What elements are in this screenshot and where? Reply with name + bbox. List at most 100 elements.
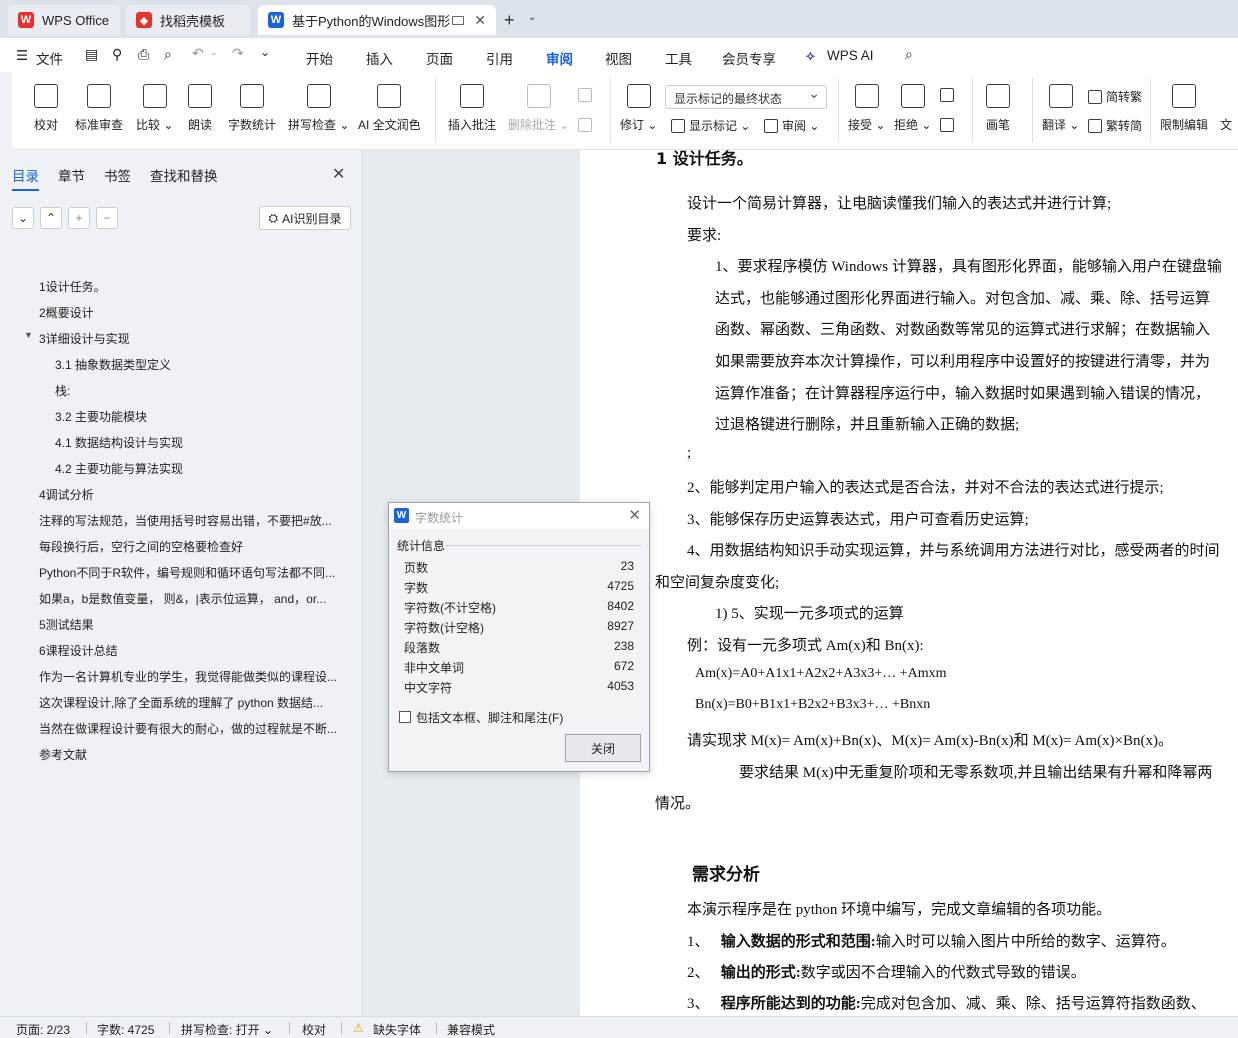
toc-item[interactable]: 这次课程设计,除了全面系统的理解了 python 数据结... (39, 694, 323, 711)
show-markup-icon (671, 118, 685, 133)
undo-dropdown-icon[interactable]: ⌄ (210, 47, 218, 58)
dialog-title-bar[interactable]: W 字数统计 ✕ (389, 503, 649, 529)
tab-label: 基于Python的Windows图形 (292, 13, 451, 29)
menu-page[interactable]: 页面 (426, 48, 453, 68)
toc-item[interactable]: 4.2 主要功能与算法实现 (55, 460, 183, 477)
toc-item[interactable]: 1设计任务。 (39, 278, 106, 295)
prev-comment-icon[interactable] (578, 88, 596, 102)
restrict-edit-button[interactable]: 限制编辑 (1160, 84, 1208, 133)
collapse-down-button[interactable]: ⌄ (12, 207, 34, 229)
menu-home[interactable]: 开始 (306, 48, 333, 68)
read-aloud-icon (188, 84, 212, 108)
menu-insert[interactable]: 插入 (366, 48, 393, 68)
proofread-button[interactable]: 校对 (34, 84, 58, 133)
include-textbox-checkbox[interactable] (399, 711, 411, 723)
accept-button[interactable]: 接受 ⌄ (848, 84, 885, 133)
ai-polish-button[interactable]: AI 全文润色 (358, 84, 421, 133)
redo-icon[interactable]: ↷ (232, 45, 244, 62)
read-aloud-button[interactable]: 朗读 (188, 84, 212, 133)
new-tab-icon[interactable]: + (504, 10, 515, 31)
tab-wps-office[interactable]: W WPS Office (8, 5, 120, 35)
insert-comment-button[interactable]: 插入批注 (448, 84, 496, 133)
more-dropdown-icon[interactable]: ⌄ (260, 45, 270, 59)
standard-review-icon (87, 84, 111, 108)
save-icon[interactable]: ▤ (85, 46, 98, 63)
close-tab-icon[interactable]: ✕ (474, 12, 486, 29)
close-button[interactable]: 关闭 (565, 734, 641, 762)
insert-comment-icon (460, 84, 484, 108)
toc-item[interactable]: 参考文献 (39, 746, 87, 763)
tab-toc[interactable]: 目录 (12, 165, 39, 191)
toc-item[interactable]: 如果a，b是数值变量， 则&，|表示位运算， and，or... (39, 590, 326, 607)
toc-item[interactable]: 当然在做课程设计要有很大的耐心，做的过程就是不断... (39, 720, 337, 737)
menu-view[interactable]: 视图 (605, 48, 632, 68)
menu-member[interactable]: 会员专享 (722, 48, 776, 68)
word-count-indicator[interactable]: 字数: 4725 (97, 1021, 154, 1038)
review-pane-button[interactable]: 审阅 ⌄ (764, 117, 819, 134)
tab-template[interactable]: ◆ 找稻壳模板 (126, 5, 250, 35)
standard-review-button[interactable]: 标准审查 (75, 84, 123, 133)
monitor-icon[interactable] (452, 15, 464, 25)
paragraph: 要求: (687, 228, 722, 244)
collapse-up-button[interactable]: ⌃ (40, 207, 62, 229)
toc-item[interactable]: 5测试结果 (39, 616, 94, 633)
next-revision-icon[interactable] (940, 118, 958, 132)
proofread-indicator[interactable]: 校对 (302, 1021, 326, 1038)
simp-to-trad-button[interactable]: 简转繁 (1088, 88, 1142, 105)
tab-bookmarks[interactable]: 书签 (104, 165, 131, 185)
markup-mode-select[interactable]: 显示标记的最终状态 (665, 85, 827, 109)
delete-comment-button[interactable]: 删除批注 ⌄ (508, 84, 569, 133)
menu-review[interactable]: 审阅 (546, 48, 573, 76)
toc-item[interactable]: Python不同于R软件，编号规则和循环语句写法都不同... (39, 564, 335, 581)
menu-reference[interactable]: 引用 (486, 48, 513, 68)
compare-button[interactable]: 比较 ⌄ (136, 84, 173, 133)
toc-item[interactable]: 6课程设计总结 (39, 642, 118, 659)
spell-check-indicator[interactable]: 拼写检查: 打开 ⌄ (181, 1021, 273, 1038)
undo-icon[interactable]: ↶ (192, 45, 204, 62)
toc-item[interactable]: 3详细设计与实现 (39, 330, 130, 347)
close-panel-icon[interactable]: ✕ (332, 164, 345, 184)
pen-button[interactable]: 画笔 (986, 84, 1010, 133)
toc-item[interactable]: 2概要设计 (39, 304, 94, 321)
print-icon[interactable]: ⎙ (138, 46, 149, 63)
toc-item[interactable]: 每段换行后，空行之间的空格要检查好 (39, 538, 243, 555)
toc-item[interactable]: 4调试分析 (39, 486, 94, 503)
tab-dropdown-icon[interactable]: ⌄ (528, 12, 536, 23)
document-page[interactable]: 1 设计任务。 设计一个简易计算器，让电脑读懂我们输入的表达式并进行计算; 要求… (580, 150, 1238, 1016)
menu-file[interactable]: 文件 (36, 48, 63, 68)
toc-item[interactable]: 3.1 抽象数据类型定义 (55, 356, 171, 373)
print-preview-icon[interactable]: ⌕ (164, 46, 172, 63)
revise-button[interactable]: 修订 ⌄ (620, 84, 657, 133)
add-toc-button[interactable]: + (68, 207, 90, 229)
toc-item[interactable]: 注释的写法规范，当使用括号时容易出错，不要把#放... (39, 512, 332, 529)
missing-font-indicator[interactable]: 缺失字体 (373, 1021, 421, 1038)
spell-check-button[interactable]: 拼写检查 ⌄ (288, 84, 349, 133)
ribbon-divider (610, 78, 611, 142)
checkbox-label[interactable]: 包括文本框、脚注和尾注(F) (416, 709, 563, 726)
ai-toc-button[interactable]: ⛭ AI识别目录 (259, 206, 351, 230)
close-icon[interactable]: ✕ (628, 506, 641, 524)
translate-button[interactable]: 翻译 ⌄ (1042, 84, 1079, 133)
toc-item[interactable]: 栈: (55, 382, 70, 399)
search-icon[interactable]: ⌕ (905, 46, 913, 63)
menu-wps-ai[interactable]: WPS AI (827, 48, 874, 63)
reject-button[interactable]: 拒绝 ⌄ (894, 84, 931, 133)
tab-find-replace[interactable]: 查找和替换 (150, 165, 218, 185)
tab-sections[interactable]: 章节 (58, 165, 85, 185)
menu-tools[interactable]: 工具 (665, 48, 692, 68)
key-icon[interactable]: ⚲ (112, 46, 122, 63)
trad-to-simp-button[interactable]: 繁转简 (1088, 117, 1142, 134)
toc-item[interactable]: 3.2 主要功能模块 (55, 408, 147, 425)
hamburger-icon[interactable]: ☰ (16, 48, 28, 64)
toc-item[interactable]: 4.1 数据结构设计与实现 (55, 434, 183, 451)
page-indicator[interactable]: 页面: 2/23 (16, 1021, 70, 1038)
remove-toc-button[interactable]: − (96, 207, 118, 229)
toc-item[interactable]: 作为一名计算机专业的学生，我觉得能做类似的课程设... (39, 668, 337, 685)
prev-revision-icon[interactable] (940, 88, 958, 102)
next-comment-icon[interactable] (578, 118, 596, 132)
tab-document[interactable]: W 基于Python的Windows图形 ✕ (258, 5, 496, 35)
doc-tools-button[interactable]: 文 (1220, 84, 1238, 133)
expand-triangle-icon[interactable]: ▼ (24, 330, 33, 340)
word-count-button[interactable]: 字数统计 (228, 84, 276, 133)
show-markup-button[interactable]: 显示标记 ⌄ (671, 117, 750, 134)
